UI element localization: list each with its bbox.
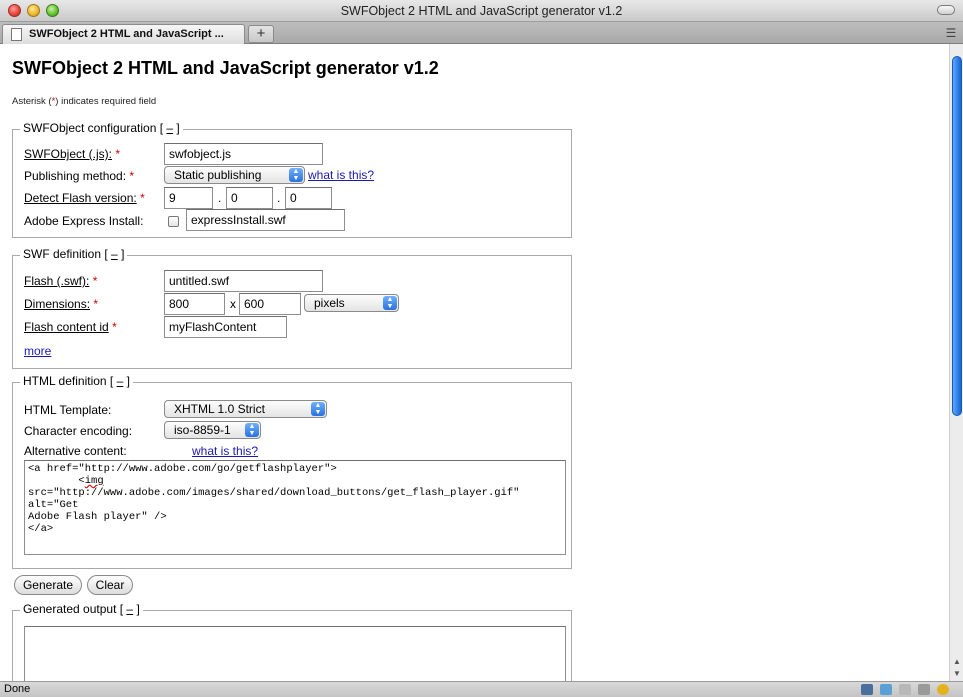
publishing-help-link[interactable]: what is this? bbox=[308, 168, 374, 182]
encoding-label: Character encoding: bbox=[24, 424, 133, 438]
clear-button[interactable]: Clear bbox=[87, 575, 133, 595]
status-bar: Done bbox=[0, 681, 963, 697]
version-separator: . bbox=[218, 191, 222, 205]
scroll-down-icon[interactable]: ▼ bbox=[952, 669, 962, 679]
output-legend: Generated output [ – ] bbox=[20, 602, 143, 616]
flash-swf-label: Flash (.swf): * bbox=[24, 274, 98, 288]
generate-button[interactable]: Generate bbox=[14, 575, 82, 595]
swf-definition-fieldset: SWF definition [ – ] Flash (.swf): * unt… bbox=[12, 247, 572, 369]
alt-content-label: Alternative content: bbox=[24, 444, 127, 458]
publishing-label: Publishing method: * bbox=[24, 169, 135, 183]
page-title: SWFObject 2 HTML and JavaScript generato… bbox=[12, 58, 439, 78]
encoding-select[interactable]: iso-8859-1 ▲ ▼ bbox=[164, 421, 261, 439]
status-icon-5[interactable] bbox=[937, 684, 949, 695]
swfobject-config-fieldset: SWFObject configuration [ – ] SWFObject … bbox=[12, 121, 572, 238]
required-note: Asterisk (*) indicates required field bbox=[12, 96, 157, 107]
publishing-select[interactable]: Static publishing ▲ ▼ bbox=[164, 166, 305, 184]
tab-label: SWFObject 2 HTML and JavaScript ... bbox=[29, 28, 224, 40]
dimensions-unit-select[interactable]: pixels ▲ ▼ bbox=[304, 294, 399, 312]
page-content: SWFObject 2 HTML and JavaScript generato… bbox=[0, 44, 949, 681]
flash-id-input[interactable]: myFlashContent bbox=[164, 316, 287, 338]
select-arrows-icon: ▲ ▼ bbox=[289, 168, 303, 182]
title-bar: SWFObject 2 HTML and JavaScript generato… bbox=[0, 0, 963, 22]
flash-swf-input[interactable]: untitled.swf bbox=[164, 270, 323, 292]
scroll-up-icon[interactable]: ▲ bbox=[952, 657, 962, 667]
alt-content-help-link[interactable]: what is this? bbox=[192, 444, 258, 458]
swfobject-label: SWFObject (.js): * bbox=[24, 147, 121, 161]
select-arrows-icon: ▲ ▼ bbox=[383, 296, 397, 310]
toolbar-toggle-button[interactable] bbox=[937, 5, 955, 15]
flash-id-label: Flash content id * bbox=[24, 320, 117, 334]
tab-generator[interactable]: SWFObject 2 HTML and JavaScript ... bbox=[2, 24, 245, 44]
config-legend: SWFObject configuration [ – ] bbox=[20, 121, 183, 135]
swf-toggle-link[interactable]: – bbox=[111, 247, 118, 261]
width-input[interactable]: 800 bbox=[164, 293, 225, 315]
more-link[interactable]: more bbox=[24, 344, 51, 358]
scrollbar-thumb[interactable] bbox=[952, 56, 962, 416]
status-text: Done bbox=[4, 683, 31, 695]
swfobject-input[interactable]: swfobject.js bbox=[164, 143, 323, 165]
window-title: SWFObject 2 HTML and JavaScript generato… bbox=[340, 4, 623, 18]
dimensions-label: Dimensions: * bbox=[24, 297, 99, 311]
select-arrows-icon: ▲ ▼ bbox=[245, 423, 259, 437]
height-input[interactable]: 600 bbox=[239, 293, 301, 315]
html-legend: HTML definition [ – ] bbox=[20, 374, 133, 388]
vertical-scrollbar[interactable]: ▲ ▼ bbox=[949, 44, 963, 681]
express-install-checkbox[interactable] bbox=[168, 216, 179, 227]
new-tab-button[interactable]: + bbox=[248, 25, 274, 43]
alt-content-textarea[interactable]: <a href="http://www.adobe.com/go/getflas… bbox=[24, 460, 566, 555]
dimensions-times: x bbox=[230, 297, 236, 311]
tab-list-icon[interactable]: ☰ bbox=[945, 26, 957, 40]
status-icon-4[interactable] bbox=[917, 684, 930, 695]
generated-output-textarea[interactable] bbox=[24, 626, 566, 681]
html-definition-fieldset: HTML definition [ – ] HTML Template: XHT… bbox=[12, 374, 572, 569]
swf-legend: SWF definition [ – ] bbox=[20, 247, 128, 261]
express-install-label: Adobe Express Install: bbox=[24, 214, 144, 228]
version-separator: . bbox=[277, 191, 281, 205]
tab-bar: SWFObject 2 HTML and JavaScript ... + ☰ bbox=[0, 22, 963, 44]
version-release-input[interactable]: 0 bbox=[285, 187, 332, 209]
status-tool-icons bbox=[857, 684, 949, 696]
generated-output-fieldset: Generated output [ – ] bbox=[12, 602, 572, 681]
select-arrows-icon: ▲ ▼ bbox=[311, 402, 325, 416]
version-major-input[interactable]: 9 bbox=[164, 187, 213, 209]
status-icon-1[interactable] bbox=[860, 684, 873, 695]
version-minor-input[interactable]: 0 bbox=[226, 187, 273, 209]
html-template-label: HTML Template: bbox=[24, 403, 112, 417]
detect-version-label: Detect Flash version: * bbox=[24, 191, 145, 205]
html-template-select[interactable]: XHTML 1.0 Strict ▲ ▼ bbox=[164, 400, 327, 418]
status-icon-2[interactable] bbox=[879, 684, 892, 695]
express-install-input[interactable]: expressInstall.swf bbox=[186, 209, 345, 231]
page-icon bbox=[11, 28, 22, 41]
status-icon-3[interactable] bbox=[898, 684, 911, 695]
